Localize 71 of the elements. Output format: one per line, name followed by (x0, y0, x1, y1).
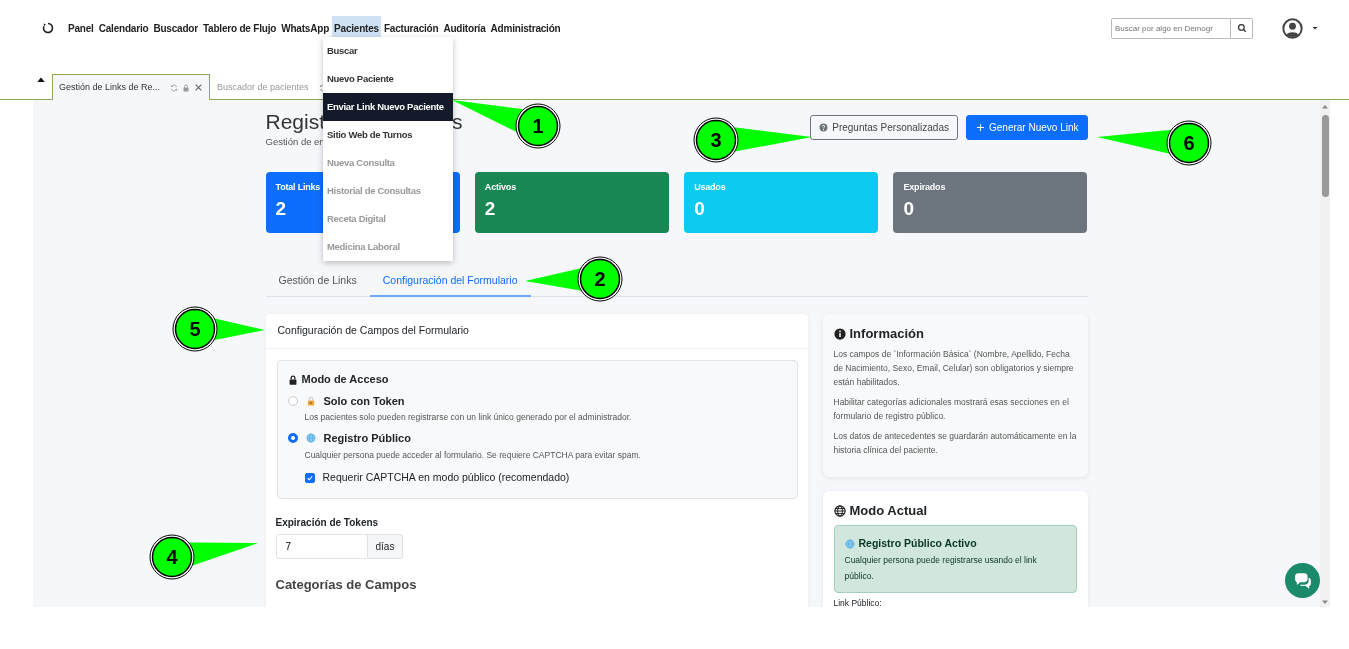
dropdown-item[interactable]: Enviar Link Nuevo Paciente (323, 93, 453, 121)
dropdown-item[interactable]: Nuevo Paciente (323, 65, 453, 93)
questions-button[interactable]: Preguntas Personalizadas (810, 115, 958, 140)
card-title: Información (849, 325, 924, 344)
card-title: Modo Actual (849, 501, 927, 520)
section-heading: Categorías de Campos (275, 576, 418, 594)
section-tab[interactable]: Configuración del Formulario (369, 267, 531, 298)
stat-label: Expirados (903, 181, 946, 195)
unit-label: días (367, 534, 404, 559)
card-title: Configuración de Campos del Formulario (265, 314, 808, 350)
scrollbar-thumb[interactable] (1321, 115, 1329, 197)
dropdown-item[interactable]: Sitio Web de Turnos (323, 121, 453, 149)
collapse-caret-icon[interactable] (36, 75, 46, 85)
lock-icon (287, 374, 298, 385)
checkbox-label: Requerir CAPTCHA en modo público (recomendado) (322, 470, 570, 486)
alert-text: Cualquier persona puede registrarse usando el link público. (844, 554, 1038, 583)
dropdown-item: Medicina Laboral (323, 233, 453, 261)
expiration-input[interactable]: 7 (275, 534, 368, 559)
question-icon (819, 123, 829, 132)
stat-value: 2 (484, 196, 496, 221)
stat-label: Total Links (275, 181, 321, 195)
scroll-up-arrow-icon[interactable] (1321, 103, 1329, 111)
close-icon[interactable] (194, 83, 204, 92)
radio-button[interactable] (287, 433, 298, 444)
section-heading: Modo de Acceso (301, 372, 389, 388)
page-title: Regist (265, 109, 326, 135)
stat-value: 0 (694, 196, 705, 221)
page-title: s (452, 109, 463, 135)
plus-icon (976, 123, 985, 132)
page-tab[interactable]: Gestión de Links de Re... (52, 74, 211, 100)
info-icon (833, 328, 846, 340)
globe-icon (844, 539, 855, 550)
globe-icon (833, 504, 846, 517)
search-icon (1236, 23, 1247, 33)
field-label: Expiración de Tokens (275, 516, 380, 530)
stat-value: 0 (903, 196, 915, 221)
nav-menu-item[interactable]: Tablero de Flujo (200, 15, 279, 41)
nav-menu-item[interactable]: Calendario (96, 15, 151, 41)
caret-icon[interactable] (1311, 24, 1319, 32)
nav-menu-item[interactable]: Buscador (151, 15, 200, 41)
chat-icon (1293, 571, 1312, 590)
scroll-down-arrow-icon[interactable] (1321, 598, 1329, 606)
logo-icon[interactable] (42, 22, 54, 34)
refresh-icon[interactable] (170, 83, 179, 92)
dropdown-item: Nueva Consulta (323, 149, 453, 177)
info-text: Los datos de antecedentes se guardarán automáticamente en la historia clínica del paciente. (833, 429, 1077, 457)
dropdown-item: Receta Digital (323, 205, 453, 233)
radio-label: Solo con Token (323, 393, 405, 409)
stat-value: 2 (275, 196, 287, 221)
section-tab[interactable]: Gestión de Links (265, 267, 370, 298)
search-button[interactable] (1231, 17, 1253, 39)
nav-menu-item[interactable]: Administración (488, 15, 563, 41)
search-field[interactable]: Buscar por algo en Demogr (1111, 17, 1231, 39)
lock-icon[interactable] (182, 83, 191, 92)
globe-icon (305, 433, 316, 444)
alert-title: Registro Público Activo (858, 536, 977, 552)
stat-label: Activos (484, 181, 516, 195)
field-label: Link Público: (833, 597, 883, 607)
option-description: Los pacientes solo pueden registrarse con un link único generado por el administrador. (304, 411, 633, 424)
stat-label: Usados (694, 181, 726, 195)
dropdown-item: Historial de Consultas (323, 177, 453, 205)
nav-menu-item[interactable]: Panel (66, 15, 96, 41)
option-description: Cualquier persona puede acceder al formulario. Se requiere CAPTCHA para evitar spam. (304, 448, 642, 462)
info-text: Habilitar categorías adicionales mostrará esas secciones en el formulario de registro público. (833, 395, 1070, 423)
checkbox[interactable] (304, 473, 315, 484)
info-text: Los campos de `Información Básica` (Nombre, Apellido, Fecha de Nacimiento, Sexo, Email, Celular) son obligatorios y siempre están habilitados. (833, 347, 1075, 389)
padlock-icon (305, 396, 316, 406)
radio-button[interactable] (287, 396, 298, 406)
generate-link-button[interactable]: Generar Nuevo Link (966, 115, 1088, 140)
user-avatar-icon[interactable] (1282, 17, 1303, 39)
radio-label: Registro Público (323, 431, 411, 446)
